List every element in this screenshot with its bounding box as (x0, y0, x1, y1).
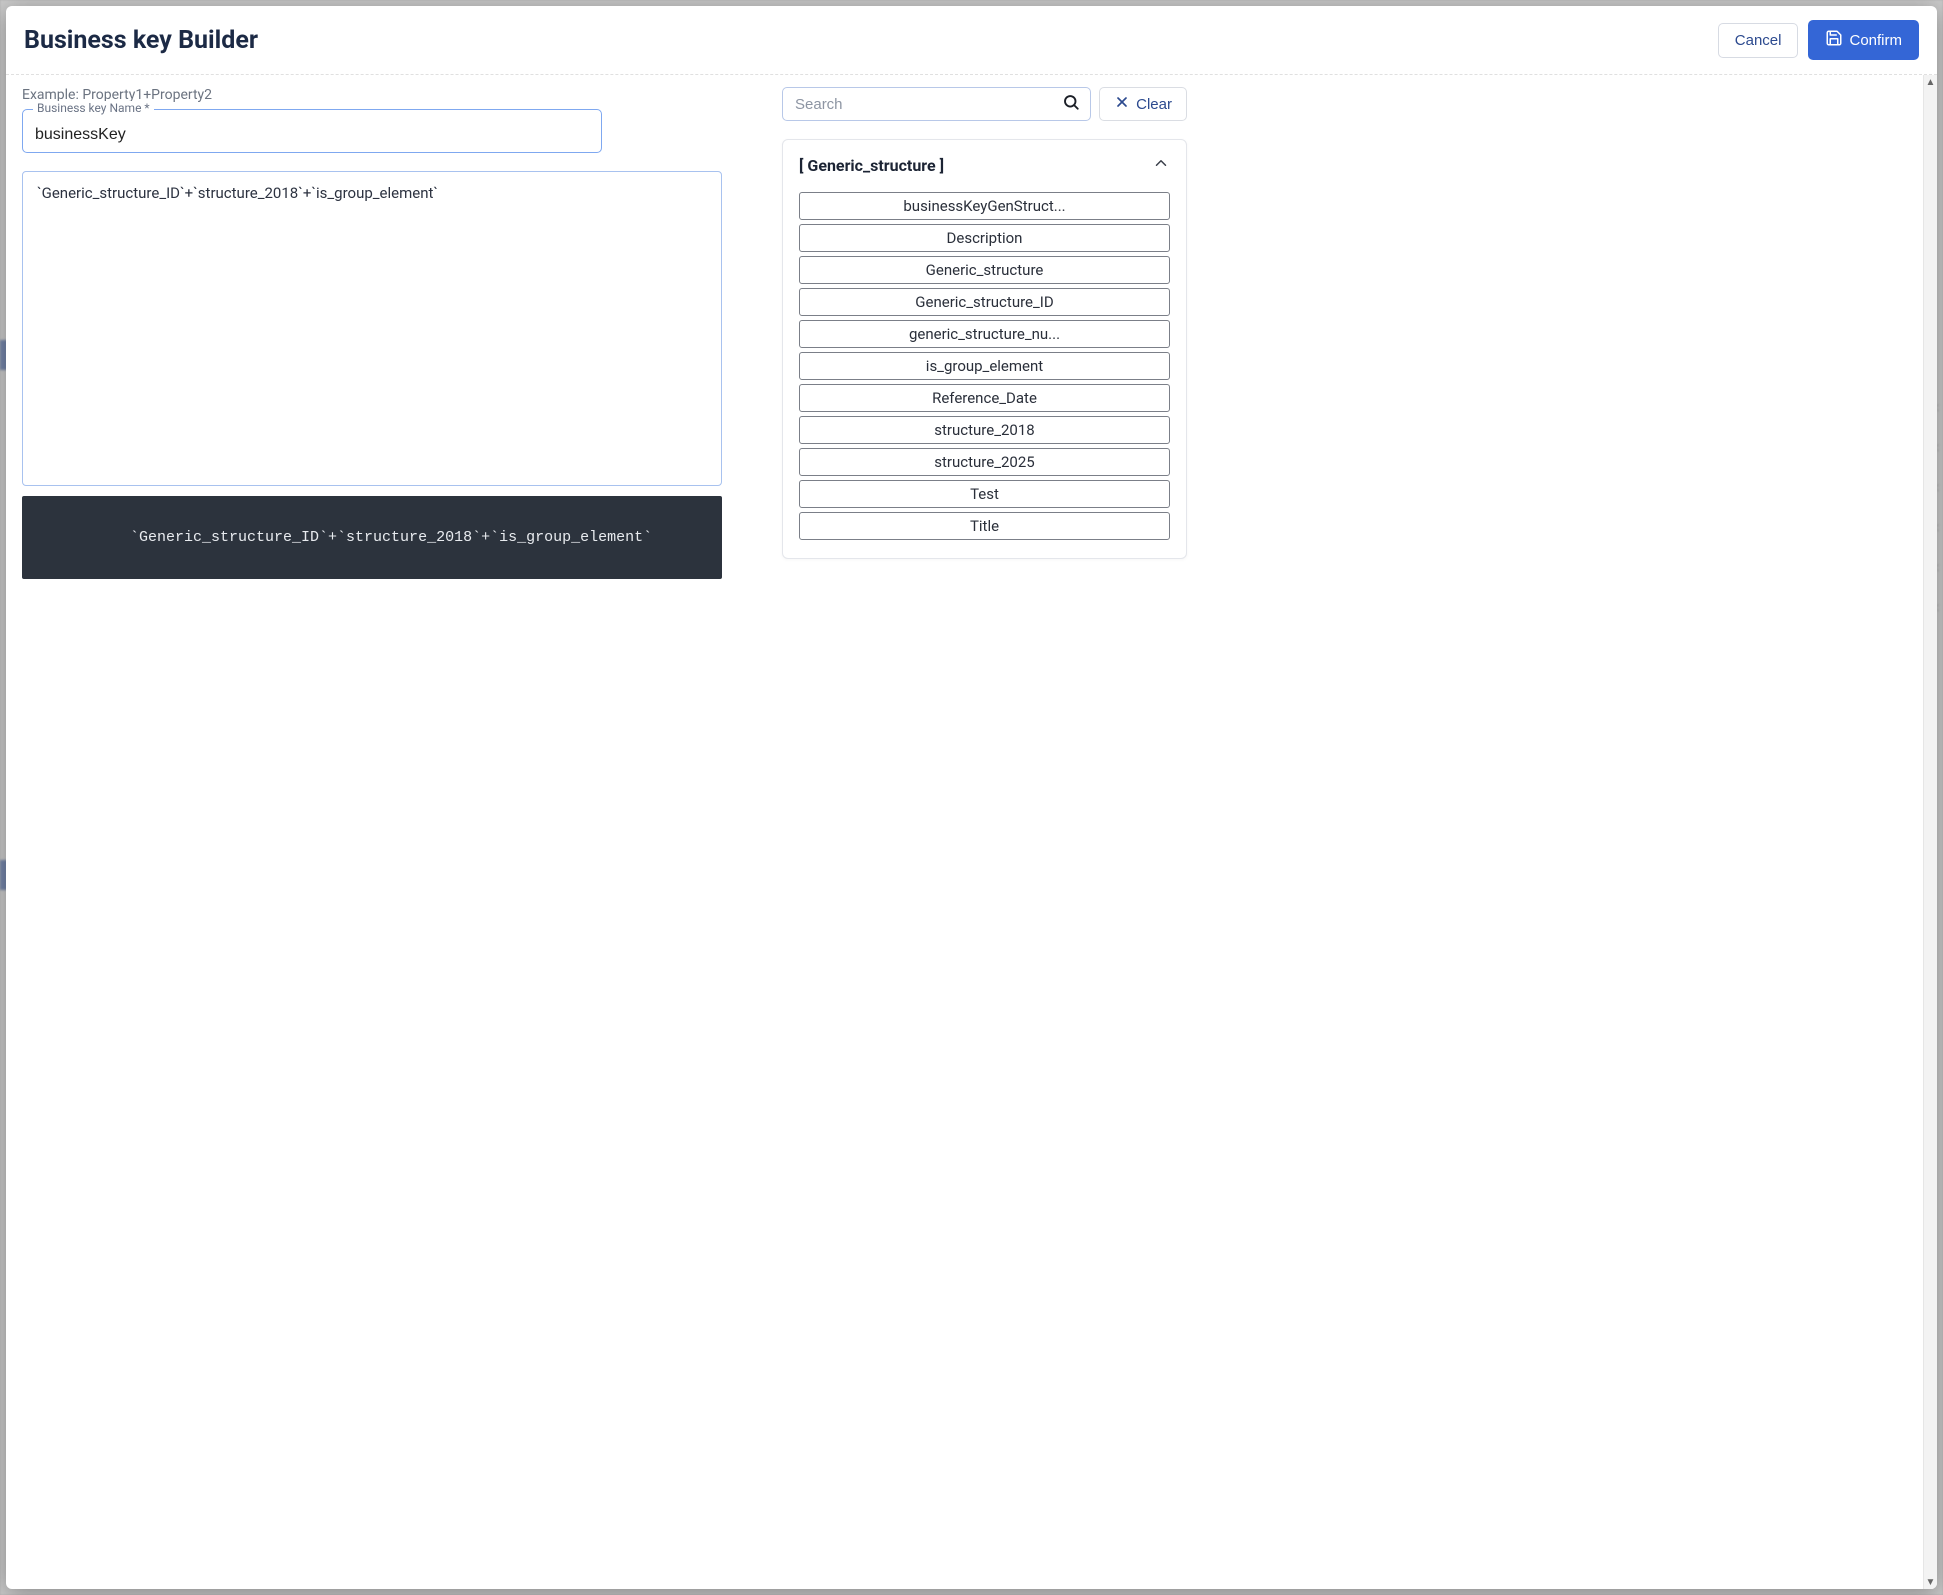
expression-preview: `Generic_structure_ID`+`structure_2018`+… (22, 496, 722, 579)
expression-editor[interactable]: `Generic_structure_ID`+`structure_2018`+… (22, 171, 722, 486)
property-item[interactable]: Generic_structure (799, 256, 1170, 284)
dialog-actions: Cancel Confirm (1718, 20, 1919, 60)
clear-button[interactable]: Clear (1099, 87, 1187, 121)
property-item[interactable]: Description (799, 224, 1170, 252)
property-item[interactable]: is_group_element (799, 352, 1170, 380)
clear-button-label: Clear (1136, 96, 1172, 113)
right-column: Clear [ Generic_structure ] businessKeyG… (782, 87, 1187, 559)
cancel-button-label: Cancel (1735, 32, 1782, 49)
property-item[interactable]: businessKeyGenStruct... (799, 192, 1170, 220)
close-icon (1114, 94, 1130, 114)
property-item[interactable]: Reference_Date (799, 384, 1170, 412)
business-key-name-input[interactable] (35, 126, 589, 144)
dialog-header: Business key Builder Cancel Confirm (6, 6, 1937, 75)
search-icon (1062, 93, 1080, 115)
preview-text: `Generic_structure_ID`+`structure_2018`+… (130, 529, 652, 546)
confirm-button-label: Confirm (1849, 32, 1902, 49)
chevron-up-icon (1152, 154, 1170, 176)
search-input[interactable] (795, 96, 1062, 113)
property-item[interactable]: Generic_structure_ID (799, 288, 1170, 316)
vertical-scrollbar[interactable]: ▲ ▼ (1923, 75, 1937, 1589)
cancel-button[interactable]: Cancel (1718, 23, 1799, 58)
business-key-name-field[interactable]: Business key Name * (22, 109, 602, 153)
business-key-builder-dialog: Business key Builder Cancel Confirm Exam… (6, 6, 1937, 1589)
panel-header[interactable]: [ Generic_structure ] (799, 154, 1170, 176)
property-item[interactable]: generic_structure_nu... (799, 320, 1170, 348)
save-icon (1825, 29, 1843, 51)
left-column: Example: Property1+Property2 Business ke… (22, 87, 722, 579)
dialog-body: Example: Property1+Property2 Business ke… (6, 75, 1937, 1589)
structure-panel: [ Generic_structure ] businessKeyGenStru… (782, 139, 1187, 559)
dialog-title: Business key Builder (24, 26, 258, 55)
search-row: Clear (782, 87, 1187, 121)
business-key-name-label: Business key Name * (33, 101, 154, 115)
panel-title: [ Generic_structure ] (799, 156, 944, 175)
property-item[interactable]: Title (799, 512, 1170, 540)
scroll-down-arrow-icon[interactable]: ▼ (1924, 1575, 1937, 1589)
search-box[interactable] (782, 87, 1091, 121)
dialog-body-content: Example: Property1+Property2 Business ke… (6, 75, 1923, 1589)
expression-text: `Generic_structure_ID`+`structure_2018`+… (37, 184, 438, 202)
property-item[interactable]: structure_2025 (799, 448, 1170, 476)
property-item[interactable]: Test (799, 480, 1170, 508)
confirm-button[interactable]: Confirm (1808, 20, 1919, 60)
property-item[interactable]: structure_2018 (799, 416, 1170, 444)
scroll-up-arrow-icon[interactable]: ▲ (1924, 75, 1937, 89)
property-list: businessKeyGenStruct... Description Gene… (799, 192, 1170, 540)
